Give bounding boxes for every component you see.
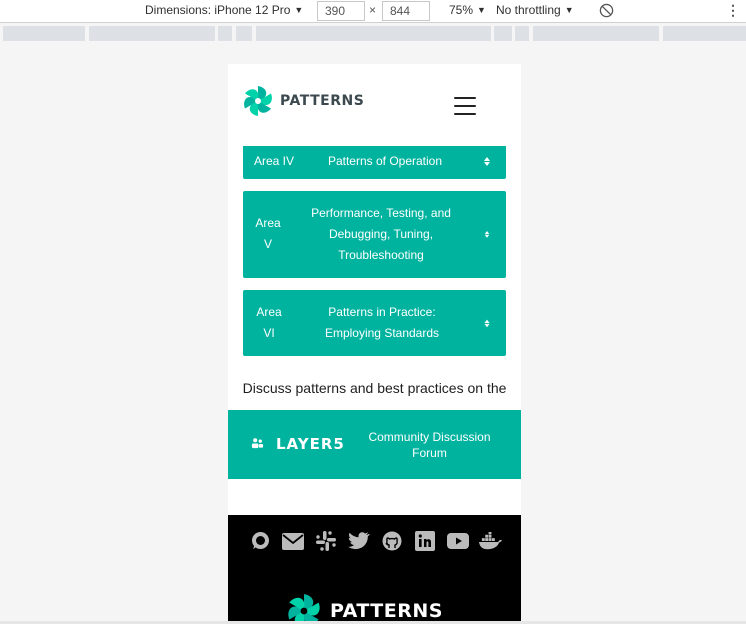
ruler-segment[interactable] [663,26,746,41]
area-title: Patterns in Practice: Employing Standard… [307,302,457,344]
ruler-segment[interactable] [515,26,529,41]
throttling-selector[interactable]: No throttling ▼ [496,3,574,17]
devtools-toolbar: Dimensions: iPhone 12 Pro ▼ 390 × 844 75… [0,0,746,23]
youtube-icon[interactable] [446,530,469,552]
area-card-iv[interactable]: Area IV Patterns of Operation [243,143,506,179]
area-title: Performance, Testing, and Debugging, Tun… [299,203,463,266]
discuss-icon[interactable] [248,530,271,552]
chevron-down-icon: ▼ [477,5,486,15]
device-selector[interactable]: Dimensions: iPhone 12 Pro ▼ [145,3,303,17]
hamburger-line [454,105,476,107]
area-title-line: Patterns in Practice: [328,305,436,319]
mail-icon[interactable] [281,530,304,552]
footer-logo-text: PATTERNS [330,600,443,622]
chevron-down-icon: ▼ [294,5,304,15]
layer5-logo-text: LAYER5 [276,435,345,453]
height-input[interactable]: 844 [382,1,430,21]
area-title-line: Employing Standards [324,326,440,340]
ruler-segment[interactable] [89,26,215,41]
logo-text: PATTERNS [280,93,365,109]
ruler-segment[interactable] [236,26,252,41]
ruler-segment[interactable] [218,26,232,41]
hamburger-line [454,97,476,99]
area-card-v[interactable]: Area V Performance, Testing, and Debuggi… [243,191,506,278]
site-footer: PATTERNS [228,515,521,624]
site-header: PATTERNS [228,64,521,146]
site-logo[interactable]: PATTERNS [242,85,364,117]
docker-icon[interactable] [479,530,502,552]
device-label: Dimensions: iPhone 12 Pro [145,3,291,17]
people-icon [251,438,264,449]
zoom-label: 75% [449,3,474,17]
expand-toggle-icon[interactable] [484,318,491,328]
width-input[interactable]: 390 [317,1,365,21]
area-number-line: VI [263,326,275,340]
discuss-text: Discuss patterns and best practices on t… [242,380,507,396]
area-number: Area IV [254,154,295,168]
throttling-label: No throttling [496,3,561,17]
patterns-logo-icon [244,86,272,116]
area-title-line: Performance, Testing, and [311,206,451,220]
times-icon: × [369,3,377,17]
expand-toggle-icon[interactable] [483,148,491,174]
ruler-segment[interactable] [3,26,85,41]
area-title-line: Debugging, Tuning, [328,227,434,241]
community-forum-label: Community Discussion Forum [362,429,497,461]
area-title-line: Troubleshooting [338,248,424,262]
area-number: Area VI [251,302,287,344]
device-viewport: PATTERNS Area IV Patterns of Operation A… [228,64,521,624]
cta-line: Forum [412,446,447,460]
area-number-line: Area [256,305,282,319]
github-icon[interactable] [380,530,403,552]
cta-line: Community Discussion [368,430,491,444]
chevron-down-icon: ▼ [564,5,574,15]
area-number-line: Area [255,216,281,230]
area-number: Area V [251,213,285,255]
slack-icon[interactable] [314,530,337,552]
linkedin-icon[interactable] [413,530,436,552]
rotate-icon[interactable] [599,3,614,18]
media-query-ruler [0,24,746,42]
layer5-community-link[interactable]: LAYER5 Community Discussion Forum [228,410,521,479]
area-number-line: V [263,237,272,251]
area-title: Patterns of Operation [327,154,443,168]
patterns-logo-icon [288,594,320,624]
area-card-vi[interactable]: Area VI Patterns in Practice: Employing … [243,290,506,356]
zoom-selector[interactable]: 75% ▼ [449,3,486,17]
ruler-segment[interactable] [494,26,512,41]
twitter-icon[interactable] [347,530,370,552]
social-links [248,530,502,552]
menu-toggle-button[interactable] [454,97,476,115]
hamburger-line [454,113,476,115]
ruler-segment[interactable] [533,26,659,41]
expand-toggle-icon[interactable] [484,230,490,239]
more-options-icon[interactable]: ⋮ [726,2,740,19]
ruler-segment[interactable] [256,26,491,41]
footer-logo[interactable]: PATTERNS [286,593,443,624]
